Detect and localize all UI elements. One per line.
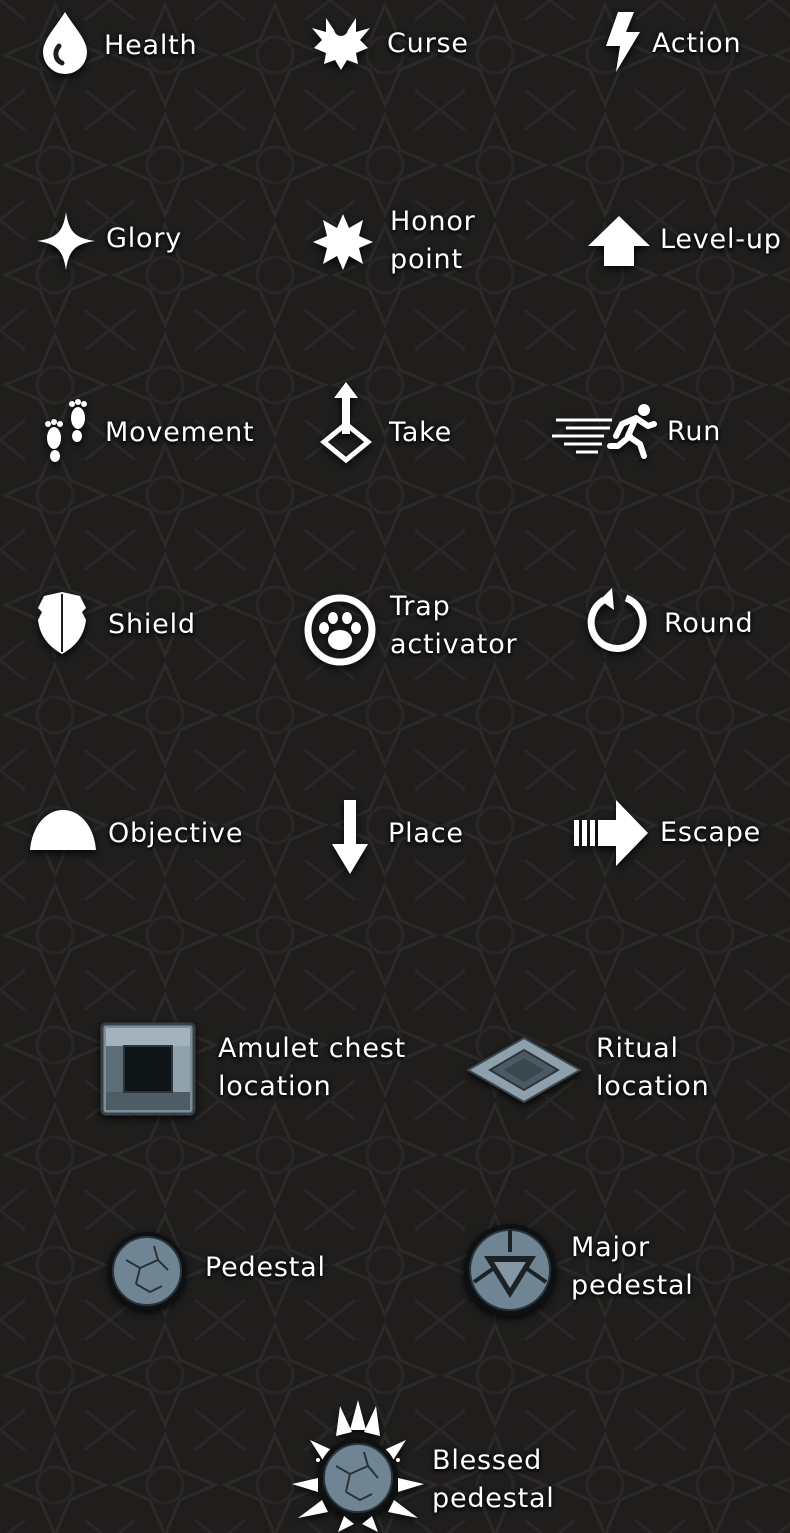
- arrow-up-icon: [586, 214, 652, 268]
- legend-glory-label: Glory: [106, 223, 183, 254]
- arrow-down-icon: [330, 798, 370, 876]
- legend-honor-point-label-2: point: [390, 244, 463, 275]
- legend-ritual-location-label-2: location: [596, 1071, 710, 1102]
- legend-round-label: Round: [664, 608, 754, 639]
- legend-health-label: Health: [104, 30, 198, 61]
- legend-pedestal-label: Pedestal: [205, 1252, 326, 1283]
- four-point-star-icon: [35, 210, 97, 272]
- legend-honor-point-label-1: Honor: [390, 206, 476, 237]
- pedestal-icon: [106, 1230, 188, 1312]
- round-arrow-icon: [578, 586, 650, 660]
- legend-trap-activator-label-2: activator: [390, 629, 518, 660]
- blessed-pedestal-icon: [288, 1400, 428, 1532]
- legend-curse-label: Curse: [387, 28, 469, 59]
- legend-objective-label: Objective: [108, 818, 244, 849]
- legend-place-label: Place: [388, 818, 464, 849]
- legend-action-label: Action: [652, 28, 742, 59]
- legend-blessed-pedestal-label-1: Blessed: [432, 1445, 543, 1476]
- take-arrow-icon: [318, 380, 374, 464]
- dome-icon: [28, 806, 98, 852]
- legend-blessed-pedestal-label-2: pedestal: [432, 1483, 555, 1514]
- footprints-icon: [42, 398, 92, 464]
- burst-star-icon: [313, 212, 373, 272]
- legend-shield-label: Shield: [108, 609, 196, 640]
- legend-major-pedestal-label-1: Major: [571, 1232, 650, 1263]
- legend-level-up-label: Level-up: [660, 224, 782, 255]
- legend-major-pedestal-label-2: pedestal: [571, 1270, 694, 1301]
- legend-movement-label: Movement: [105, 417, 255, 448]
- legend-run-label: Run: [667, 416, 722, 447]
- legend-ritual-location-label-1: Ritual: [596, 1033, 679, 1064]
- escape-arrow-icon: [572, 798, 650, 868]
- legend-amulet-chest-location-label-2: location: [218, 1071, 332, 1102]
- paw-icon: [304, 594, 376, 666]
- legend-take-label: Take: [389, 417, 453, 448]
- legend-amulet-chest-location-label-1: Amulet chest: [218, 1033, 406, 1064]
- curse-icon: [308, 10, 374, 72]
- legend-escape-label: Escape: [660, 817, 762, 848]
- runner-icon: [552, 402, 657, 459]
- legend-trap-activator-label-1: Trap: [390, 591, 451, 622]
- major-pedestal-icon: [462, 1222, 558, 1318]
- shield-icon: [36, 590, 88, 656]
- amulet-chest-tile-icon: [100, 1022, 196, 1116]
- ritual-tile-icon: [465, 1036, 583, 1104]
- drop-icon: [40, 10, 90, 74]
- lightning-icon: [602, 10, 644, 74]
